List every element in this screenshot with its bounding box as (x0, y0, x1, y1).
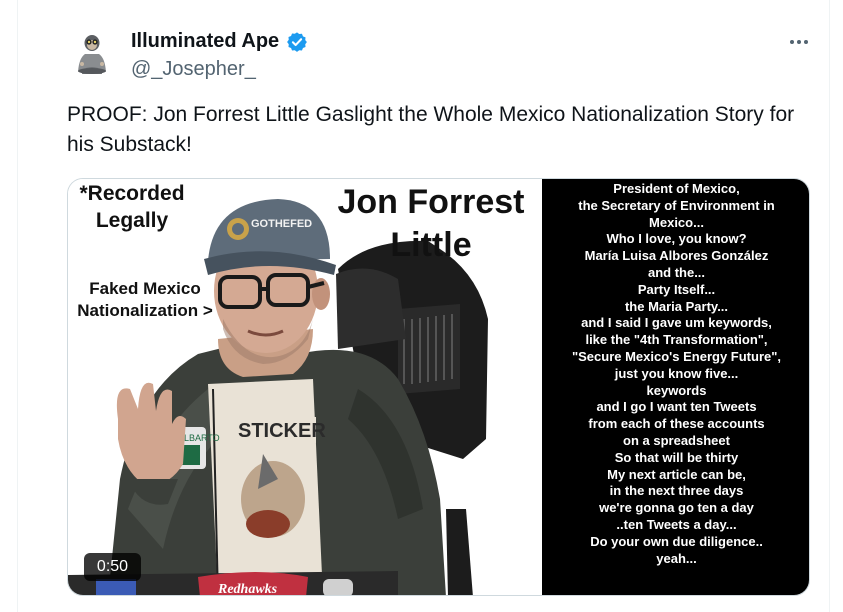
quote-line: from each of these accounts (588, 416, 765, 432)
quote-line: and I said I gave um keywords, (581, 315, 772, 331)
tweet-video[interactable]: STICKER ALBARTO GOTHEFED Redhawks *Recor… (67, 178, 810, 596)
laptop-sticker-text: Redhawks (217, 582, 278, 596)
quote-line: in the next three days (609, 483, 744, 499)
quote-line: yeah... (656, 550, 697, 566)
shirt-graphic-text: STICKER (238, 420, 326, 442)
quote-line: Mexico... (649, 214, 704, 230)
quote-line: My next article can be, (607, 466, 746, 482)
quote-line: Party Itself... (637, 281, 716, 297)
subject-name-line-1: Jon Forrest (337, 183, 525, 221)
quote-line: just you know five... (614, 365, 739, 381)
video-quote-panel: President of Mexico, the Secretary of Env… (542, 179, 809, 595)
video-duration-badge: 0:50 (84, 553, 141, 581)
author-name[interactable]: Illuminated Ape (131, 30, 279, 53)
quote-line: "Secure Mexico's Energy Future", (571, 348, 782, 364)
quote-line: Do your own due diligence.. (590, 533, 763, 549)
faked-line-2: Nationalization > (77, 301, 213, 320)
more-options-icon[interactable] (787, 32, 811, 52)
quote-line: ..ten Tweets a day... (616, 516, 737, 532)
quote-line: like the "4th Transformation", (585, 332, 768, 348)
quote-line: President of Mexico, (613, 181, 740, 196)
quote-line: the Maria Party... (624, 298, 729, 314)
recorded-line-1: *Recorded (79, 182, 185, 205)
subject-name-line-2: Little (390, 226, 472, 264)
quote-line: keywords (646, 382, 707, 398)
video-frame-left: STICKER ALBARTO GOTHEFED Redhawks *Recor… (68, 179, 542, 596)
author-avatar[interactable] (68, 28, 116, 76)
video-subject-name: Jon Forrest Little (324, 181, 538, 267)
timeline-border-right (829, 0, 830, 612)
quote-line: So that will be thirty (614, 449, 739, 465)
timeline-border-left (17, 0, 18, 612)
faked-line-1: Faked Mexico (89, 279, 201, 298)
quote-line: Who I love, you know? (606, 231, 747, 247)
verified-badge-icon (286, 31, 308, 53)
quote-text-block: President of Mexico, the Secretary of Env… (550, 181, 803, 567)
tweet-text: PROOF: Jon Forrest Little Gaslight the W… (67, 103, 795, 156)
quote-line: on a spreadsheet (623, 432, 730, 448)
faked-nationalization-label: Faked Mexico Nationalization > (70, 278, 220, 322)
quote-line: María Luisa Albores González (584, 248, 769, 264)
quote-line: and the... (647, 264, 706, 280)
author-handle[interactable]: @_Josepher_ (131, 58, 256, 81)
quote-line: and I go I want ten Tweets (596, 399, 757, 415)
quote-line: the Secretary of Environment in (578, 197, 775, 213)
recorded-legally-label: *Recorded Legally (72, 180, 192, 234)
recorded-line-2: Legally (95, 209, 169, 232)
cap-text: GOTHEFED (251, 218, 312, 230)
quote-line: we're gonna go ten a day (599, 500, 754, 516)
